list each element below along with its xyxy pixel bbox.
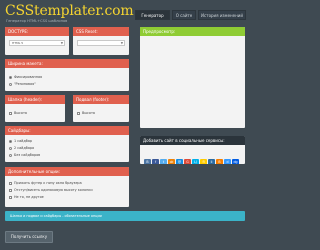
width-fluid-option[interactable]: "Резиновая" (9, 82, 36, 86)
vk-icon[interactable]: B (144, 159, 151, 164)
nav-about[interactable]: О сайте (172, 10, 196, 20)
google-icon[interactable]: G (184, 159, 191, 164)
header-height-option[interactable]: Высота (9, 111, 27, 115)
radio-icon[interactable] (9, 75, 12, 79)
sidebars-panel: Сайдбары: 1 сайдбар 2 сайдбара Без сайдб… (5, 126, 129, 162)
radio-icon[interactable] (9, 146, 12, 150)
preview-title: Предпросмотр: (140, 27, 245, 36)
sidebars-title: Сайдбары: (5, 126, 129, 135)
doctype-select[interactable]: HTML 5 ▼ (9, 40, 65, 46)
extra-option-neither[interactable]: Не то, не другое (9, 195, 44, 199)
blogger-icon[interactable]: B (216, 159, 223, 164)
sidebar-option-one[interactable]: 1 сайдбар (9, 139, 32, 143)
chevron-down-icon: ▼ (120, 41, 123, 45)
livejournal-icon[interactable]: LJ (192, 159, 199, 164)
extra-option-equal-columns[interactable]: Отступ/висеть одинаковую высоту колонки (9, 188, 93, 192)
css-reset-select[interactable]: ▼ (77, 40, 125, 46)
sidebar-option-none[interactable]: Без сайдбаров (9, 153, 40, 157)
required-notice: Шапка и подвал и сайдбары - обязательные… (5, 211, 245, 221)
facebook-icon[interactable]: f (152, 159, 159, 164)
preview-panel: Предпросмотр: (140, 27, 245, 128)
mailru-icon[interactable]: @ (176, 159, 183, 164)
odnoklassniki-icon[interactable]: ok (168, 159, 175, 164)
checkbox-icon[interactable] (77, 111, 80, 115)
get-link-button[interactable]: Получить ссылку (5, 231, 53, 243)
social-icons: Bftok@GLJЯliBddgмкbdminrssuffn2sbpr (144, 148, 245, 164)
header-panel-title: Шапка (header): (5, 95, 65, 104)
header-panel: Шапка (header): Высота (5, 95, 65, 122)
site-tagline: Генератор HTML+CSS шаблонов (6, 19, 68, 23)
digg-icon[interactable]: dg (232, 159, 239, 164)
top-nav: Генератор О сайте История изменений (135, 10, 246, 20)
nav-changelog[interactable]: История изменений (198, 10, 246, 20)
width-title: Ширина макета: (5, 59, 129, 68)
sidebar-option-two[interactable]: 2 сайдбара (9, 146, 34, 150)
footer-panel-title: Подвал (footer): (73, 95, 129, 104)
radio-icon[interactable] (9, 82, 12, 86)
social-panel: Добавить сайт в социальные сервисы: Bfto… (140, 136, 245, 164)
extra-options-panel: Дополнительные опции: Прижать футер к ни… (5, 167, 129, 207)
radio-icon[interactable] (9, 153, 12, 157)
checkbox-icon[interactable] (9, 181, 12, 185)
twitter-icon[interactable]: t (160, 159, 167, 164)
social-title: Добавить сайт в социальные сервисы: (140, 136, 245, 145)
checkbox-icon[interactable] (9, 188, 12, 192)
doctype-panel: DOCTYPE: HTML 5 ▼ (5, 27, 69, 55)
checkbox-icon[interactable] (9, 195, 12, 199)
radio-icon[interactable] (9, 139, 12, 143)
site-header: CSStemplater.com Генератор HTML+CSS шабл… (0, 0, 250, 30)
doctype-value: HTML 5 (12, 41, 24, 45)
css-reset-panel: CSS Reset: ▼ (73, 27, 129, 55)
width-panel: Ширина макета: Фиксированная "Резиновая" (5, 59, 129, 91)
doctype-title: DOCTYPE: (5, 27, 69, 36)
checkbox-icon[interactable] (9, 111, 12, 115)
delicious-icon[interactable]: d (224, 159, 231, 164)
site-logo[interactable]: CSStemplater.com (5, 3, 134, 19)
liveinternet-icon[interactable]: li (208, 159, 215, 164)
yandex-icon[interactable]: Я (200, 159, 207, 164)
nav-generator[interactable]: Генератор (135, 10, 170, 20)
required-notice-text: Шапка и подвал и сайдбары - обязательные… (10, 214, 102, 218)
extra-options-title: Дополнительные опции: (5, 167, 129, 176)
footer-height-option[interactable]: Высота (77, 111, 95, 115)
footer-panel: Подвал (footer): Высота (73, 95, 129, 122)
width-fixed-option[interactable]: Фиксированная (9, 75, 42, 79)
chevron-down-icon: ▼ (60, 41, 63, 45)
css-reset-title: CSS Reset: (73, 27, 129, 36)
extra-option-sticky-footer[interactable]: Прижать футер к низу окна браузера (9, 181, 82, 185)
